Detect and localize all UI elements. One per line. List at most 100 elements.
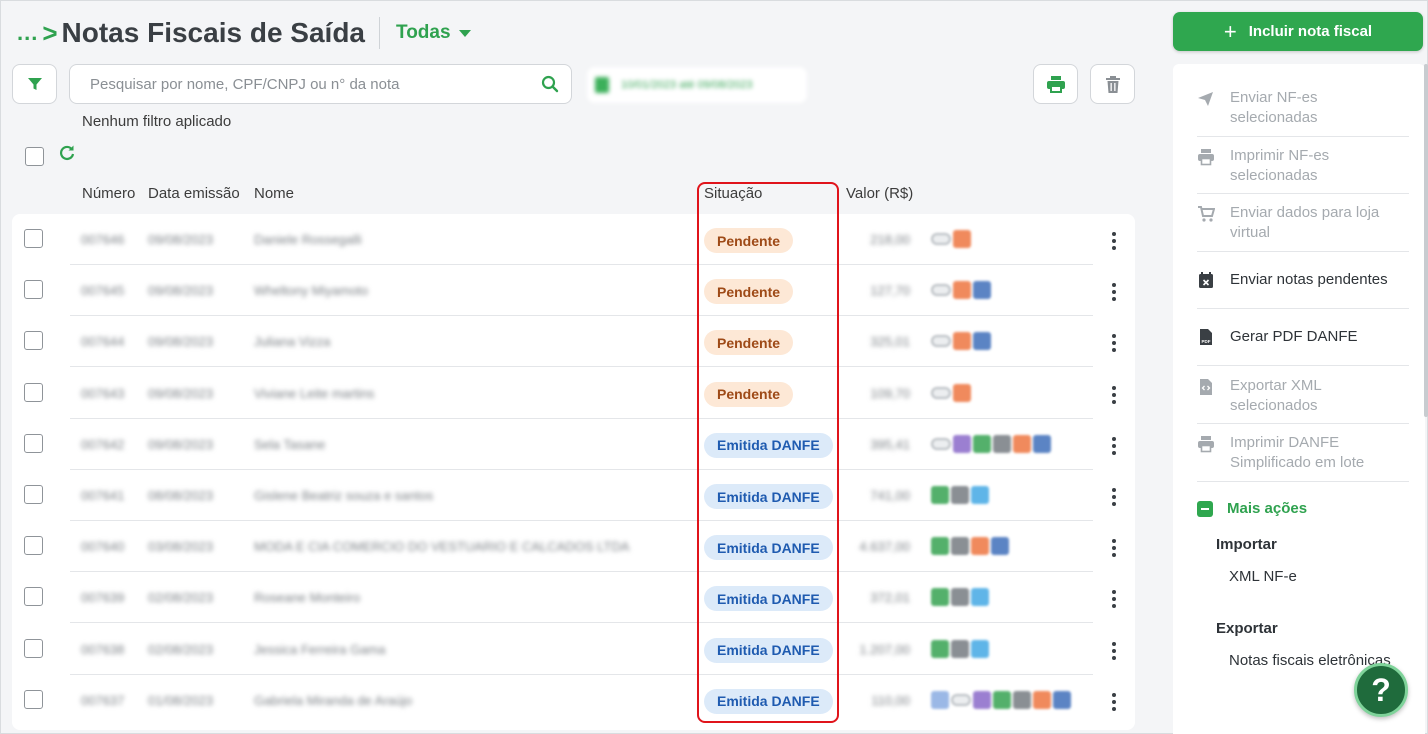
table-row[interactable]: 007643 09/08/2023 Viviane Leite martins Pen… [12,368,1135,419]
cell-data-emissao: 08/08/2023 [148,488,214,503]
search-input[interactable] [90,75,541,93]
column-header-numero[interactable]: Número [82,185,135,202]
cell-nome: Gislene Beatriz souza e santos [254,488,434,503]
table-row[interactable]: 007642 09/08/2023 Sela Tasane Emitida DANFE… [12,419,1135,470]
refresh-icon[interactable] [58,144,76,162]
tag-icon [931,284,951,297]
row-menu-icon[interactable] [1112,539,1116,558]
row-menu-icon[interactable] [1112,232,1116,250]
send-icon [1197,90,1215,108]
table-row[interactable]: 007640 03/08/2023 MODA E CIA COMERCIO DO V… [12,521,1135,573]
column-header-data-emissao[interactable]: Data emissão [148,185,240,202]
table-row[interactable]: 007641 08/08/2023 Gislene Beatriz souza e … [12,470,1135,521]
row-menu-icon[interactable] [1112,334,1116,353]
row-checkbox[interactable] [24,331,43,351]
funnel-icon [27,78,42,90]
cell-valor: 109,70 [870,385,910,401]
row-checkbox[interactable] [24,280,43,300]
panel-action-gerar-pdf-danfe[interactable]: PDF Gerar PDF DANFE [1197,327,1409,347]
panel-action-label: Enviar notas pendentes [1230,271,1388,288]
panel-action-enviar-notas-pendentes[interactable]: Enviar notas pendentes [1197,270,1409,290]
date-range-chip[interactable]: 10/01/2023 até 09/08/2023 [587,67,807,103]
panel-divider [1197,423,1409,424]
no-filter-text: Nenhum filtro aplicado [82,113,232,130]
panel-action-label: Exportar XML selecionados [1230,377,1322,414]
row-checkbox[interactable] [24,689,43,709]
row-menu-icon[interactable] [1112,488,1116,506]
panel-divider [1197,481,1409,482]
row-checkbox[interactable] [24,485,43,504]
print-button[interactable] [1033,64,1078,104]
row-tags [931,486,989,504]
table-row[interactable]: 007644 09/08/2023 Juliana Vizza Pendente 325… [12,316,1135,368]
panel-action-exportar-xml-selecionados[interactable]: Exportar XML selecionados [1197,376,1409,416]
export-header: Exportar [1216,620,1278,637]
row-checkbox[interactable] [24,638,43,658]
panel-divider [1197,308,1409,309]
panel-scrollbar[interactable] [1424,64,1428,417]
panel-divider [1197,136,1409,137]
column-header-valor[interactable]: Valor (R$) [846,185,913,202]
cell-valor: 218,00 [870,232,910,247]
row-checkbox[interactable] [24,382,43,402]
table-row[interactable]: 007646 09/08/2023 Daniele Rossegalli Penden… [12,214,1135,265]
tag-icon [971,537,989,556]
cell-data-emissao: 09/08/2023 [148,385,214,401]
panel-action-enviar-nf-es-selecionadas[interactable]: Enviar NF-es selecionadas [1197,88,1409,128]
search-icon[interactable] [541,75,559,93]
status-filter-dropdown[interactable]: Todas [396,22,471,44]
table-row[interactable]: 007645 09/08/2023 Wheltony Miyamoto Pendent… [12,265,1135,317]
cell-numero: 007645 [81,283,125,299]
title-divider [379,17,380,49]
add-invoice-button[interactable]: + Incluir nota fiscal [1173,12,1423,51]
row-menu-icon[interactable] [1112,283,1116,302]
cart-icon [1197,205,1215,223]
breadcrumb-back[interactable]: ... [17,20,38,46]
panel-action-imprimir-danfe-simplificado-em-lote[interactable]: Imprimir DANFE Simplificado em lote [1197,433,1409,473]
table-row[interactable]: 007638 02/08/2023 Jessica Ferreira Gama Emi… [12,624,1135,675]
row-checkbox[interactable] [24,229,43,248]
row-menu-icon[interactable] [1112,590,1116,609]
import-xml-nfe-item[interactable]: XML NF-e [1229,568,1297,585]
panel-action-label: Imprimir DANFE Simplificado em lote [1230,434,1365,471]
delete-button[interactable] [1090,64,1135,104]
more-actions-toggle[interactable]: Mais ações [1197,500,1307,517]
table-row[interactable]: 007639 02/08/2023 Roseane Monteiro Emitida … [12,572,1135,624]
calendar-x-icon [1197,271,1215,289]
help-button[interactable]: ? [1354,663,1408,717]
tag-icon [1033,434,1051,453]
cell-valor: 372,01 [870,590,910,606]
table-row[interactable]: 007637 01/08/2023 Gabriela Miranda de Araú… [12,675,1135,726]
row-menu-icon[interactable] [1112,641,1116,660]
row-checkbox[interactable] [24,587,43,607]
tag-icon [951,693,971,706]
cell-data-emissao: 03/08/2023 [148,539,214,555]
panel-action-imprimir-nf-es-selecionadas[interactable]: Imprimir NF-es selecionadas [1197,146,1409,186]
cell-numero: 007641 [81,488,125,503]
row-checkbox[interactable] [24,536,43,556]
cell-valor: 325,01 [870,334,910,350]
row-menu-icon[interactable] [1112,692,1116,711]
tag-icon [931,233,951,245]
cell-numero: 007637 [81,692,125,708]
row-tags [931,588,989,607]
tag-icon [973,281,991,300]
tag-icon [953,383,971,402]
column-header-nome[interactable]: Nome [254,185,294,202]
tag-icon [951,639,969,658]
help-label: ? [1371,671,1391,708]
row-menu-icon[interactable] [1112,385,1116,404]
panel-action-enviar-dados-para-loja-virtual[interactable]: Enviar dados para loja virtual [1197,203,1409,243]
row-menu-icon[interactable] [1112,436,1116,455]
select-all-checkbox[interactable] [25,147,44,166]
cell-data-emissao: 02/08/2023 [148,590,214,606]
cell-data-emissao: 09/08/2023 [148,283,214,299]
filter-button[interactable] [12,64,57,104]
tag-icon [931,639,949,658]
printer-icon [1046,76,1065,93]
row-checkbox[interactable] [24,433,43,453]
search-box [69,64,572,104]
tag-icon [931,335,951,348]
row-tags [931,434,1051,453]
cell-data-emissao: 01/08/2023 [148,692,214,708]
